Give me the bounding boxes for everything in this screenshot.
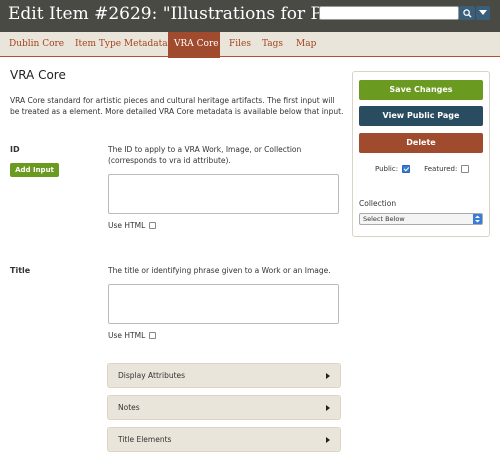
select-arrows-icon <box>473 214 482 224</box>
caret-right-icon <box>326 405 330 411</box>
search-input[interactable] <box>319 6 459 20</box>
add-input-button[interactable]: Add Input <box>10 163 59 177</box>
caret-right-icon <box>326 437 330 443</box>
accordion-label: Display Attributes <box>118 371 186 380</box>
section-description: VRA Core standard for artistic pieces an… <box>10 96 344 116</box>
view-public-page-button[interactable]: View Public Page <box>359 106 483 126</box>
search-button[interactable] <box>459 6 475 20</box>
tab-map[interactable]: Map <box>290 32 322 57</box>
collection-select[interactable]: Select Below <box>359 213 483 225</box>
field-label-id: ID <box>10 145 20 154</box>
accordion-label: Notes <box>118 403 140 412</box>
tab-files[interactable]: Files <box>223 32 257 57</box>
delete-button[interactable]: Delete <box>359 133 483 153</box>
use-html-title: Use HTML <box>108 331 157 340</box>
title-textarea[interactable] <box>108 284 339 324</box>
search-options-button[interactable] <box>476 6 490 20</box>
use-html-checkbox-id[interactable] <box>149 222 157 229</box>
save-changes-button[interactable]: Save Changes <box>359 80 483 100</box>
collection-label: Collection <box>359 199 397 208</box>
field-label-title: Title <box>10 266 31 275</box>
accordion-notes[interactable]: Notes <box>107 395 341 420</box>
use-html-label: Use HTML <box>108 331 146 340</box>
tab-vra-core[interactable]: VRA Core <box>168 32 220 58</box>
public-checkbox[interactable] <box>402 165 411 173</box>
tab-dublin-core[interactable]: Dublin Core <box>3 32 70 57</box>
collection-selected-value: Select Below <box>363 215 405 223</box>
field-help-id: The ID to apply to a VRA Work, Image, or… <box>108 145 302 165</box>
page-title: Edit Item #2629: "Illustrations for Prid… <box>8 4 363 24</box>
accordion-display-attributes[interactable]: Display Attributes <box>107 363 341 388</box>
visibility-flags: Public: Featured: <box>375 165 470 173</box>
top-header: Edit Item #2629: "Illustrations for Prid… <box>0 0 500 32</box>
id-textarea[interactable] <box>108 174 339 214</box>
save-panel: Save Changes View Public Page Delete Pub… <box>352 71 490 237</box>
caret-right-icon <box>326 373 330 379</box>
featured-label: Featured: <box>424 165 458 173</box>
featured-checkbox[interactable] <box>461 165 470 173</box>
accordion-label: Title Elements <box>118 435 172 444</box>
use-html-label: Use HTML <box>108 221 146 230</box>
use-html-id: Use HTML <box>108 221 157 230</box>
tab-tags[interactable]: Tags <box>256 32 289 57</box>
field-help-title: The title or identifying phrase given to… <box>108 266 331 275</box>
section-heading: VRA Core <box>10 68 66 82</box>
public-label: Public: <box>375 165 399 173</box>
tab-bar: Dublin Core Item Type Metadata VRA Core … <box>0 32 500 58</box>
search-icon <box>462 8 472 18</box>
accordion-title-elements[interactable]: Title Elements <box>107 427 341 452</box>
tab-item-type-metadata[interactable]: Item Type Metadata <box>69 32 174 57</box>
chevron-down-icon <box>479 10 487 15</box>
use-html-checkbox-title[interactable] <box>149 332 157 339</box>
